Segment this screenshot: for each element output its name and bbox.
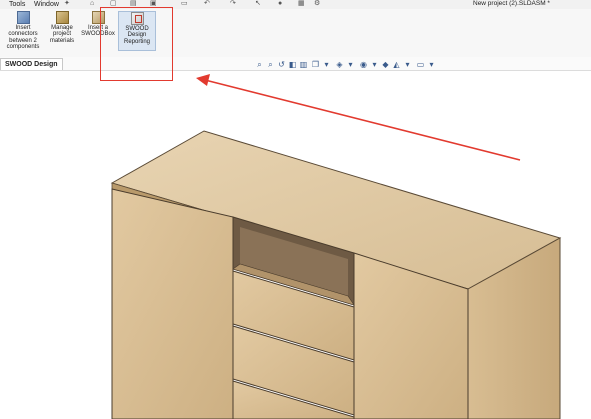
graphics-viewport[interactable] xyxy=(0,0,591,419)
highlight-box xyxy=(100,7,173,81)
cabinet-left-door xyxy=(111,188,234,419)
cabinet-model[interactable] xyxy=(110,130,562,419)
